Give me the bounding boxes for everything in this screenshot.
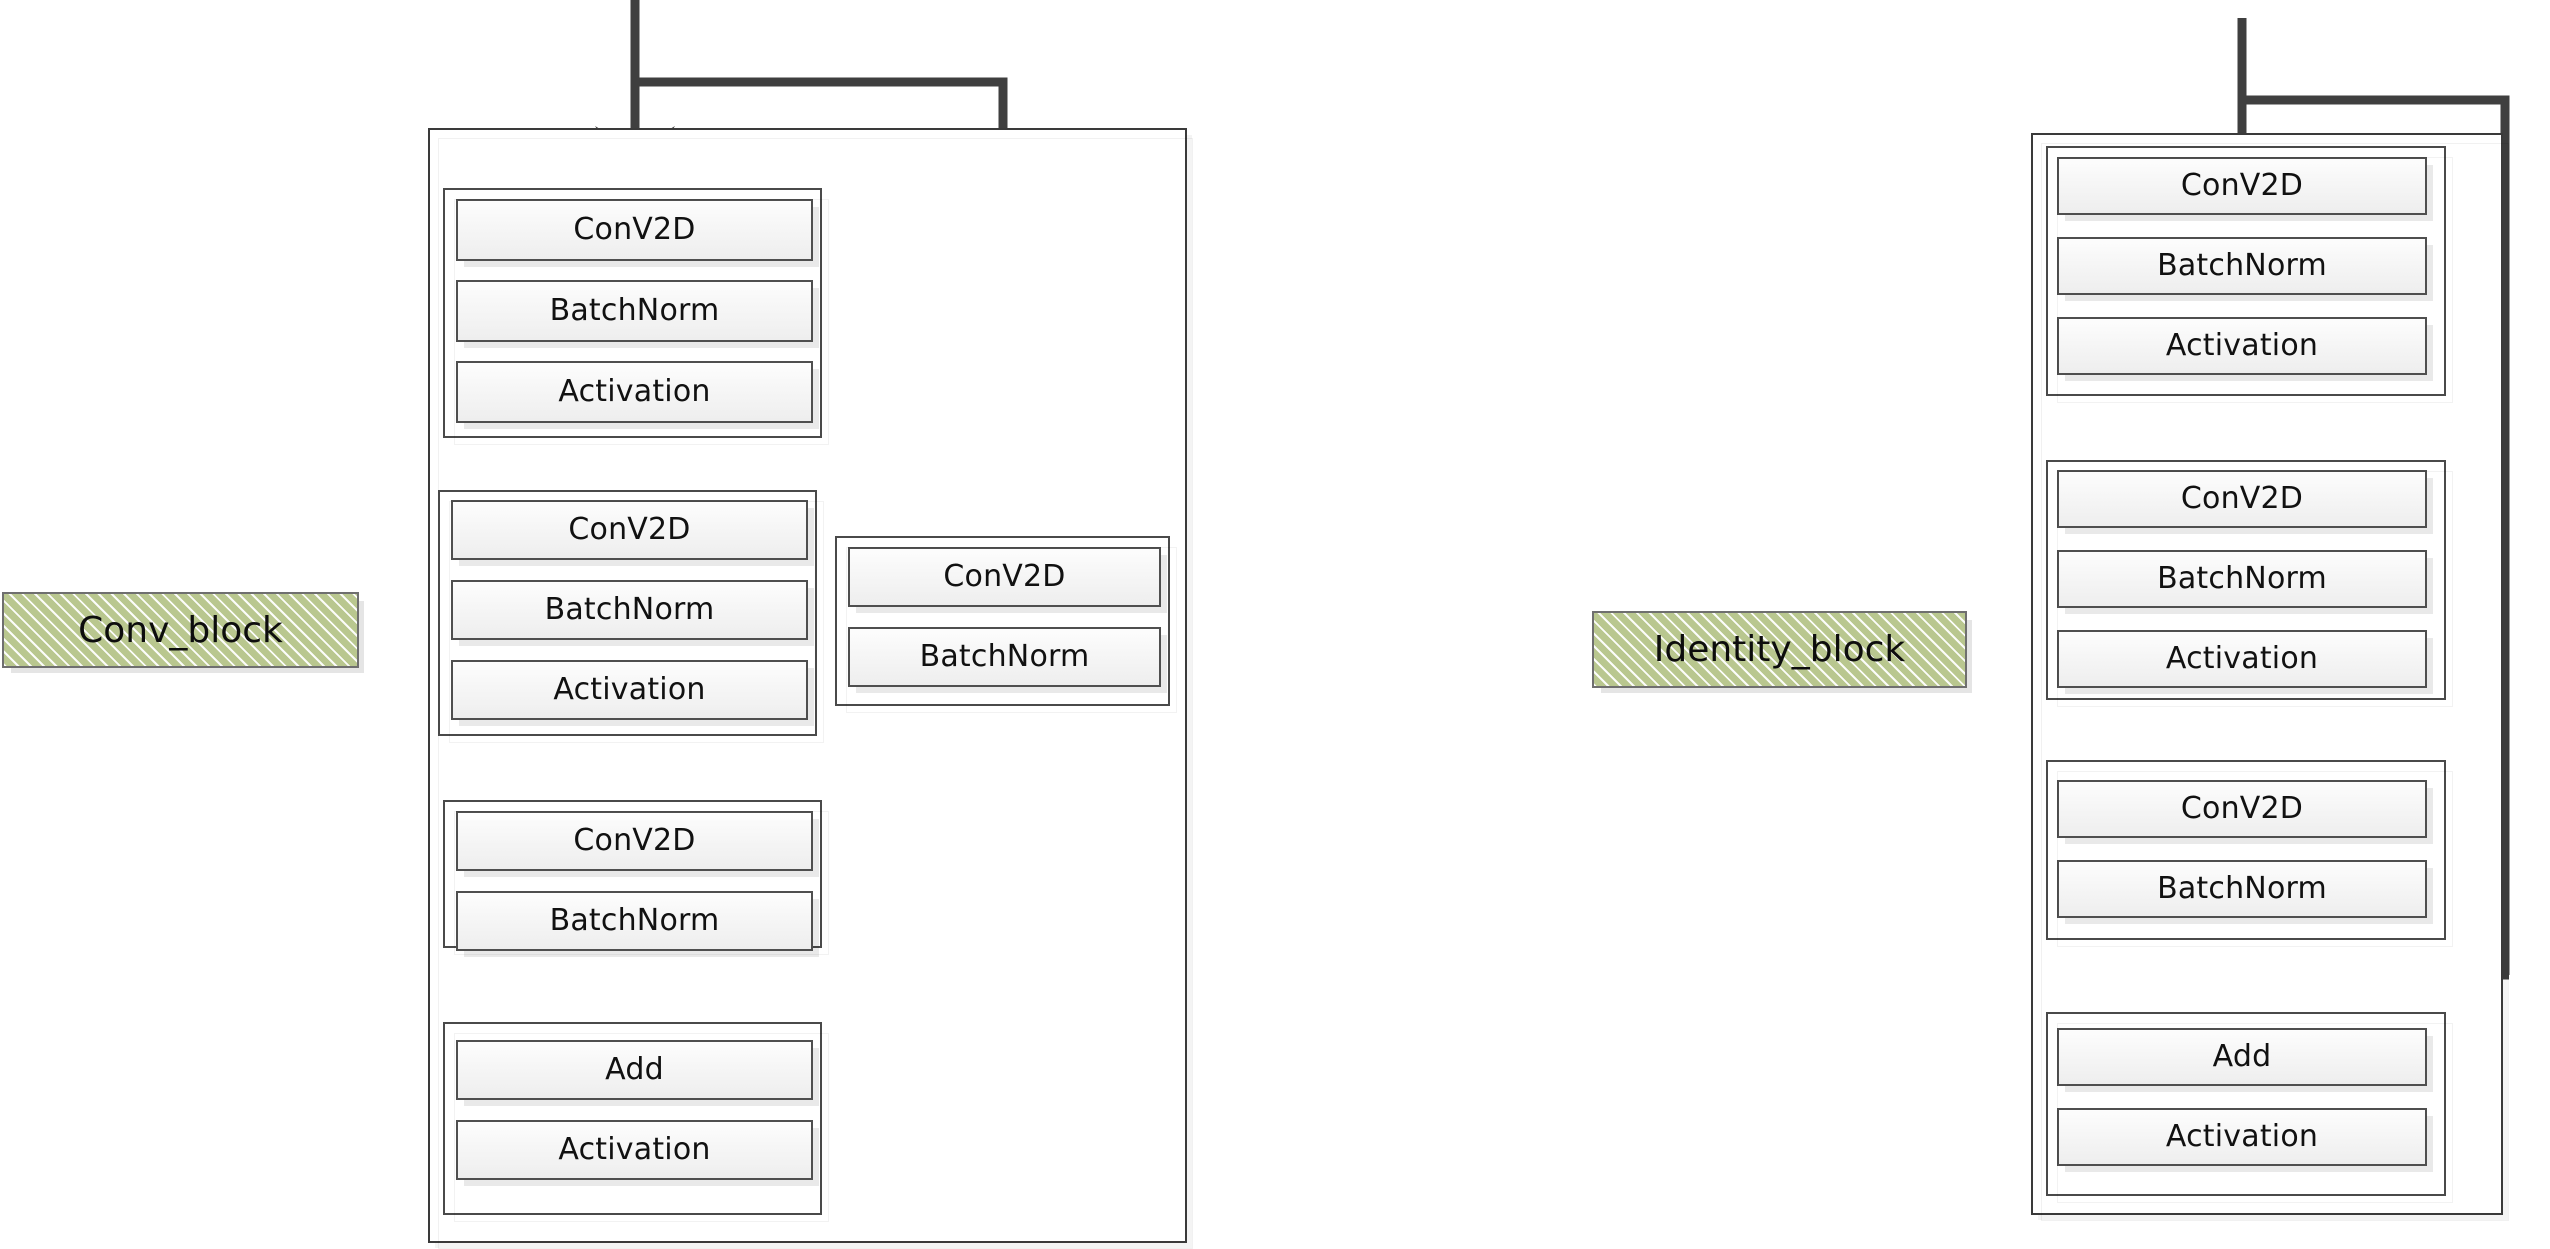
identity-group-1: ConV2D BatchNorm Activation [2046, 146, 2453, 403]
layer-activation[interactable]: Activation [456, 361, 813, 423]
layer-activation[interactable]: Activation [451, 660, 808, 720]
layer-conv2d[interactable]: ConV2D [2057, 780, 2427, 838]
identity-block-legend-label: Identity_block [1592, 611, 1967, 688]
layer-activation[interactable]: Activation [456, 1120, 813, 1180]
layer-conv2d[interactable]: ConV2D [2057, 470, 2427, 528]
layer-conv2d[interactable]: ConV2D [451, 500, 808, 560]
layer-add[interactable]: Add [2057, 1028, 2427, 1086]
layer-conv2d[interactable]: ConV2D [456, 811, 813, 871]
layer-conv2d[interactable]: ConV2D [2057, 157, 2427, 215]
layer-activation[interactable]: Activation [2057, 630, 2427, 688]
conv-shortcut-group: ConV2D BatchNorm [835, 536, 1177, 713]
layer-batchnorm[interactable]: BatchNorm [456, 280, 813, 342]
identity-group-3: ConV2D BatchNorm [2046, 760, 2453, 947]
layer-conv2d-shortcut[interactable]: ConV2D [848, 547, 1161, 607]
layer-add[interactable]: Add [456, 1040, 813, 1100]
conv-group-2: ConV2D BatchNorm Activation [438, 490, 824, 743]
conv-group-1: ConV2D BatchNorm Activation [443, 188, 829, 445]
layer-batchnorm[interactable]: BatchNorm [451, 580, 808, 640]
conv-block-legend-label: Conv_block [2, 592, 359, 668]
layer-batchnorm[interactable]: BatchNorm [2057, 550, 2427, 608]
layer-batchnorm[interactable]: BatchNorm [2057, 860, 2427, 918]
layer-batchnorm-shortcut[interactable]: BatchNorm [848, 627, 1161, 687]
layer-activation[interactable]: Activation [2057, 1108, 2427, 1166]
layer-batchnorm[interactable]: BatchNorm [456, 891, 813, 951]
diagram-canvas: ConV2D BatchNorm Activation ConV2D Batch… [0, 0, 2550, 1249]
layer-batchnorm[interactable]: BatchNorm [2057, 237, 2427, 295]
conv-group-4-merge: Add Activation [443, 1022, 829, 1222]
conv-group-3: ConV2D BatchNorm [443, 800, 829, 955]
identity-group-2: ConV2D BatchNorm Activation [2046, 460, 2453, 707]
identity-group-4-merge: Add Activation [2046, 1012, 2453, 1203]
layer-conv2d[interactable]: ConV2D [456, 199, 813, 261]
layer-activation[interactable]: Activation [2057, 317, 2427, 375]
